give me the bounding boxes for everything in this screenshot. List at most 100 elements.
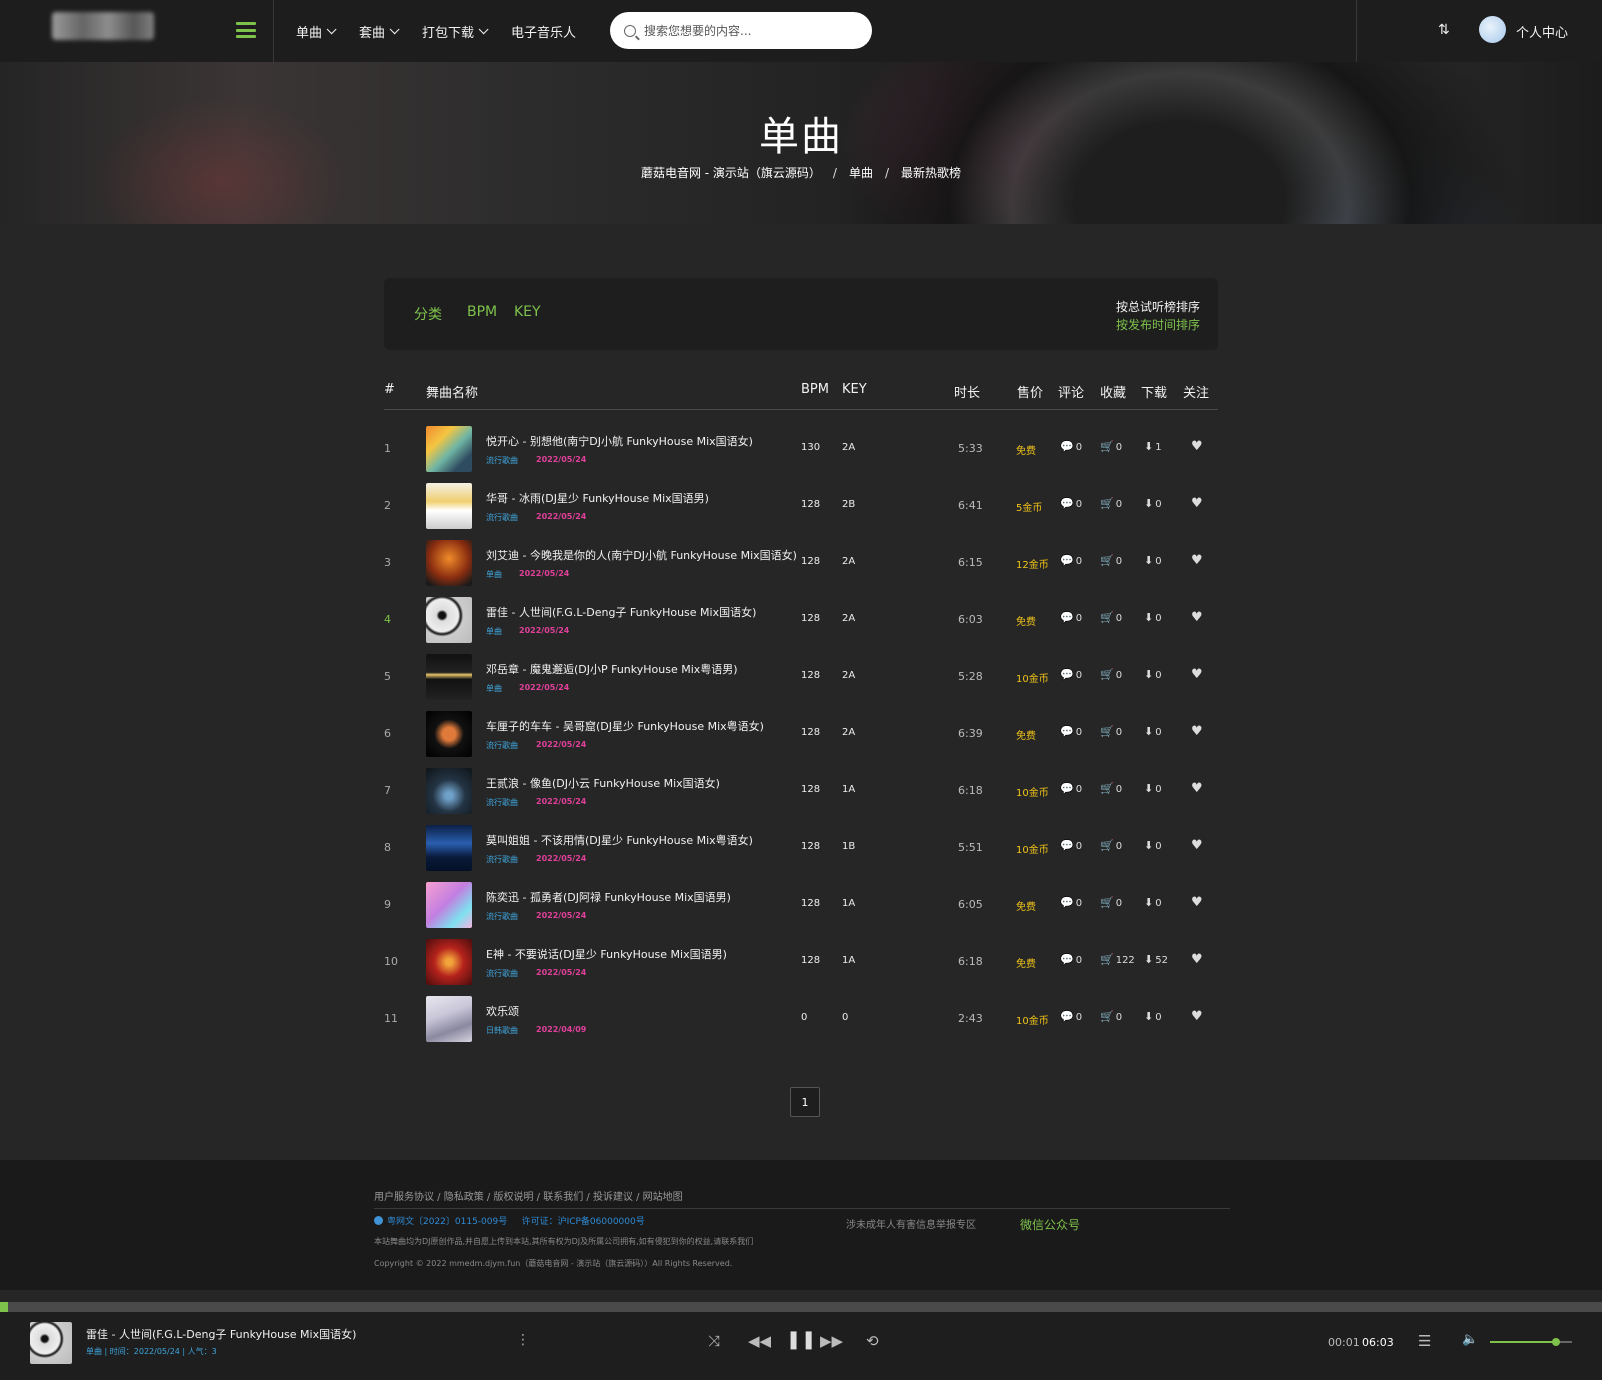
breadcrumb-home[interactable]: 蘑菇电音网 - 演示站（旗云源码）	[641, 166, 821, 180]
comment-button[interactable]: 💬 0	[1060, 953, 1082, 966]
track-title[interactable]: 王贰浪 - 像鱼(DJ小云 FunkyHouse Mix国语女)	[486, 775, 720, 791]
comment-button[interactable]: 💬 0	[1060, 440, 1082, 453]
comment-button[interactable]: 💬 0	[1060, 611, 1082, 624]
track-title[interactable]: 雷佳 - 人世间(F.G.L-Deng子 FunkyHouse Mix国语女)	[486, 604, 756, 620]
table-row[interactable]: 3 刘艾迪 - 今晚我是你的人(南宁DJ小航 FunkyHouse Mix国语女)…	[384, 536, 1218, 593]
table-row[interactable]: 4 雷佳 - 人世间(F.G.L-Deng子 FunkyHouse Mix国语女)…	[384, 593, 1218, 650]
track-title[interactable]: 悦开心 - 别想他(南宁DJ小航 FunkyHouse Mix国语女)	[486, 433, 753, 449]
search-icon[interactable]	[624, 24, 636, 37]
footer-link-privacy[interactable]: 隐私政策	[444, 1192, 484, 1203]
nav-item-bundle[interactable]: 打包下载	[422, 22, 489, 41]
favorite-button[interactable]: 🛒 0	[1100, 725, 1122, 738]
track-cover[interactable]	[426, 768, 472, 814]
track-title[interactable]: 莫叫姐姐 - 不该用情(DJ星少 FunkyHouse Mix粤语女)	[486, 832, 753, 848]
playlist-icon[interactable]: ☰	[1418, 1332, 1431, 1350]
heart-icon[interactable]: ♥	[1191, 667, 1203, 682]
download-button[interactable]: ⬇ 0	[1144, 497, 1162, 510]
track-cover[interactable]	[426, 996, 472, 1042]
footer-link-copyright[interactable]: 版权说明	[493, 1192, 533, 1203]
sort-by-date[interactable]: 按发布时间排序	[1116, 316, 1200, 333]
icp-number[interactable]: 粤网文〔2022〕0115-009号	[387, 1217, 507, 1227]
table-row[interactable]: 5 邓岳章 - 魔鬼邂逅(DJ小P FunkyHouse Mix粤语男) 单曲 202…	[384, 650, 1218, 707]
heart-icon[interactable]: ♥	[1191, 496, 1203, 511]
favorite-button[interactable]: 🛒 0	[1100, 782, 1122, 795]
comment-button[interactable]: 💬 0	[1060, 725, 1082, 738]
download-button[interactable]: ⬇ 0	[1144, 554, 1162, 567]
track-cover[interactable]	[426, 654, 472, 700]
track-title[interactable]: 刘艾迪 - 今晚我是你的人(南宁DJ小航 FunkyHouse Mix国语女)	[486, 547, 797, 563]
track-title[interactable]: 陈奕迅 - 孤勇者(DJ阿禄 FunkyHouse Mix国语男)	[486, 889, 731, 905]
track-cover[interactable]	[426, 597, 472, 643]
track-category[interactable]: 流行歌曲	[486, 740, 518, 751]
track-cover[interactable]	[426, 711, 472, 757]
download-button[interactable]: ⬇ 0	[1144, 782, 1162, 795]
filter-tab-bpm[interactable]: BPM	[467, 304, 497, 320]
minor-report-link[interactable]: 涉未成年人有害信息举报专区	[846, 1216, 976, 1231]
comment-button[interactable]: 💬 0	[1060, 554, 1082, 567]
comment-button[interactable]: 💬 0	[1060, 497, 1082, 510]
track-title[interactable]: 欢乐颂	[486, 1003, 519, 1019]
favorite-button[interactable]: 🛒 0	[1100, 839, 1122, 852]
favorite-button[interactable]: 🛒 122	[1100, 953, 1135, 966]
player-cover[interactable]	[30, 1322, 72, 1364]
footer-link-sitemap[interactable]: 网站地图	[643, 1192, 683, 1203]
filter-tab-key[interactable]: KEY	[514, 304, 541, 320]
comment-button[interactable]: 💬 0	[1060, 668, 1082, 681]
track-category[interactable]: 流行歌曲	[486, 911, 518, 922]
download-button[interactable]: ⬇ 0	[1144, 668, 1162, 681]
track-category[interactable]: 单曲	[486, 626, 502, 637]
track-category[interactable]: 流行歌曲	[486, 854, 518, 865]
download-button[interactable]: ⬇ 0	[1144, 611, 1162, 624]
comment-button[interactable]: 💬 0	[1060, 1010, 1082, 1023]
track-title[interactable]: 邓岳章 - 魔鬼邂逅(DJ小P FunkyHouse Mix粤语男)	[486, 661, 738, 677]
table-row[interactable]: 9 陈奕迅 - 孤勇者(DJ阿禄 FunkyHouse Mix国语男) 流行歌曲 20…	[384, 878, 1218, 935]
nav-item-set[interactable]: 套曲	[359, 22, 400, 41]
table-row[interactable]: 1 悦开心 - 别想他(南宁DJ小航 FunkyHouse Mix国语女) 流行歌曲…	[384, 422, 1218, 479]
favorite-button[interactable]: 🛒 0	[1100, 440, 1122, 453]
download-button[interactable]: ⬇ 1	[1144, 440, 1162, 453]
menu-icon[interactable]	[236, 22, 256, 38]
equalizer-icon[interactable]: ⇅	[1438, 22, 1450, 38]
nav-item-single[interactable]: 单曲	[296, 22, 337, 41]
sort-by-plays[interactable]: 按总试听榜排序	[1116, 298, 1200, 315]
download-button[interactable]: ⬇ 0	[1144, 839, 1162, 852]
heart-icon[interactable]: ♥	[1191, 553, 1203, 568]
nav-item-musicians[interactable]: 电子音乐人	[511, 22, 576, 41]
track-cover[interactable]	[426, 825, 472, 871]
comment-button[interactable]: 💬 0	[1060, 782, 1082, 795]
progress-bar[interactable]	[0, 1302, 1602, 1312]
repeat-icon[interactable]: ⟲	[866, 1332, 879, 1350]
heart-icon[interactable]: ♥	[1191, 1009, 1203, 1024]
favorite-button[interactable]: 🛒 0	[1100, 896, 1122, 909]
table-row[interactable]: 2 华哥 - 冰雨(DJ星少 FunkyHouse Mix国语男) 流行歌曲 2022…	[384, 479, 1218, 536]
volume-icon[interactable]: 🔈	[1462, 1332, 1478, 1347]
site-logo[interactable]	[52, 12, 154, 40]
table-row[interactable]: 6 车厘子的车车 - 吴哥窟(DJ星少 FunkyHouse Mix粤语女) 流行歌…	[384, 707, 1218, 764]
pagination-page[interactable]: 1	[790, 1087, 820, 1117]
heart-icon[interactable]: ♥	[1191, 838, 1203, 853]
track-cover[interactable]	[426, 939, 472, 985]
download-button[interactable]: ⬇ 0	[1144, 1010, 1162, 1023]
download-button[interactable]: ⬇ 0	[1144, 725, 1162, 738]
favorite-button[interactable]: 🛒 0	[1100, 497, 1122, 510]
track-cover[interactable]	[426, 483, 472, 529]
table-row[interactable]: 10 E神 - 不要说话(DJ星少 FunkyHouse Mix国语男) 流行歌曲 2…	[384, 935, 1218, 992]
track-cover[interactable]	[426, 882, 472, 928]
track-category[interactable]: 流行歌曲	[486, 512, 518, 523]
comment-button[interactable]: 💬 0	[1060, 839, 1082, 852]
breadcrumb-current[interactable]: 最新热歌榜	[901, 166, 961, 180]
track-title[interactable]: E神 - 不要说话(DJ星少 FunkyHouse Mix国语男)	[486, 946, 727, 962]
track-title[interactable]: 车厘子的车车 - 吴哥窟(DJ星少 FunkyHouse Mix粤语女)	[486, 718, 764, 734]
download-button[interactable]: ⬇ 52	[1144, 953, 1168, 966]
heart-icon[interactable]: ♥	[1191, 781, 1203, 796]
track-category[interactable]: 流行歌曲	[486, 455, 518, 466]
volume-slider[interactable]	[1490, 1338, 1572, 1346]
favorite-button[interactable]: 🛒 0	[1100, 668, 1122, 681]
track-category[interactable]: 单曲	[486, 569, 502, 580]
comment-button[interactable]: 💬 0	[1060, 896, 1082, 909]
user-center-link[interactable]: 个人中心	[1516, 22, 1568, 41]
track-title[interactable]: 华哥 - 冰雨(DJ星少 FunkyHouse Mix国语男)	[486, 490, 709, 506]
avatar[interactable]	[1479, 16, 1506, 43]
table-row[interactable]: 8 莫叫姐姐 - 不该用情(DJ星少 FunkyHouse Mix粤语女) 流行歌曲…	[384, 821, 1218, 878]
track-cover[interactable]	[426, 426, 472, 472]
